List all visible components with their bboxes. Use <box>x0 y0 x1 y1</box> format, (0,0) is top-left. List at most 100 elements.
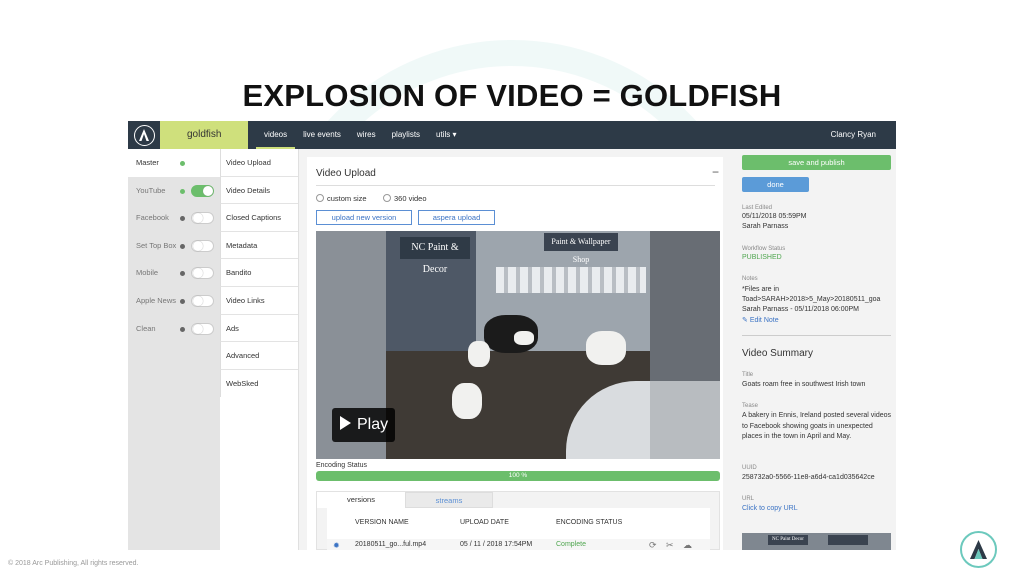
video-summary-heading: Video Summary <box>742 348 813 359</box>
column-header: ENCODING STATUS <box>556 519 623 526</box>
platform-sidebar: Master YouTube Facebook Set Top Box Mobi… <box>128 149 220 550</box>
notes-label: Notes <box>742 276 758 282</box>
video-upload-panel: Video Upload − custom size 360 video upl… <box>307 157 723 550</box>
subnav-ads[interactable]: Ads <box>220 314 298 343</box>
goat-figure <box>586 331 626 365</box>
sidebar-item-label: Facebook <box>136 213 169 223</box>
aspera-upload-button[interactable]: aspera upload <box>418 210 495 225</box>
site-name-tab[interactable]: goldfish <box>160 121 248 149</box>
custom-size-checkbox[interactable]: custom size <box>316 194 367 203</box>
subnav-video-links[interactable]: Video Links <box>220 286 298 315</box>
thumbnail-sign: NC Paint Decor <box>768 535 808 545</box>
tab-versions[interactable]: versions <box>317 492 405 508</box>
copyright-footer: © 2018 Arc Publishing, All rights reserv… <box>8 560 139 567</box>
edit-icon: ✎ <box>742 317 750 324</box>
sidebar-item-facebook[interactable]: Facebook <box>128 204 220 232</box>
status-dot <box>180 271 185 277</box>
last-edited-label: Last Edited <box>742 205 773 211</box>
sidebar-item-mobile[interactable]: Mobile <box>128 259 220 287</box>
video-thumbnail[interactable]: NC Paint Decor <box>742 533 891 550</box>
workflow-status-value: PUBLISHED <box>742 254 782 261</box>
last-edited-user: Sarah Parnass <box>742 223 789 230</box>
subnav-video-details[interactable]: Video Details <box>220 176 298 205</box>
apple-news-toggle[interactable] <box>191 294 214 307</box>
tease-label: Tease <box>742 403 759 409</box>
status-dot <box>180 298 185 304</box>
status-dot <box>180 326 185 332</box>
nav-playlists[interactable]: playlists <box>384 121 428 149</box>
upload-date: 05 / 11 / 2018 17:54PM <box>460 541 533 548</box>
workflow-status-label: Workflow Status <box>742 246 786 252</box>
publish-sidebar: save and publish done Last Edited 05/11/… <box>731 149 896 550</box>
360-video-checkbox[interactable]: 360 video <box>383 194 427 203</box>
table-row[interactable]: ✹ 20180511_go...ful.mp4 05 / 11 / 2018 1… <box>327 539 710 550</box>
title-label: Title <box>742 372 754 378</box>
sidebar-item-youtube[interactable]: YouTube <box>128 177 220 205</box>
notes-line: Sarah Parnass - 05/11/2018 06:00PM <box>742 306 860 313</box>
sidebar-item-label: Clean <box>136 323 156 333</box>
toggle-knob <box>193 213 203 224</box>
nav-live-events[interactable]: live events <box>295 121 349 149</box>
status-dot <box>180 216 185 222</box>
app-window: goldfish videos live events wires playli… <box>128 121 896 550</box>
tease-value: A bakery in Ennis, Ireland posted severa… <box>742 412 892 440</box>
clean-toggle[interactable] <box>191 322 214 335</box>
sidebar-item-label: Apple News <box>136 295 177 305</box>
sidebar-item-master[interactable]: Master <box>128 149 220 177</box>
panel-title: Video Upload <box>316 168 376 179</box>
subnav-advanced[interactable]: Advanced <box>220 342 298 370</box>
user-menu[interactable]: Clancy Ryan <box>831 121 876 148</box>
video-shop-sign: NC Paint & Decor <box>400 237 470 275</box>
save-and-publish-button[interactable]: save and publish <box>742 155 891 170</box>
arc-logo-icon[interactable] <box>134 125 155 146</box>
youtube-toggle[interactable] <box>191 184 214 197</box>
mobile-toggle[interactable] <box>191 267 214 280</box>
notes-line: *Files are in <box>742 286 779 293</box>
goat-figure <box>452 383 482 419</box>
upload-new-version-button[interactable]: upload new version <box>316 210 412 225</box>
sidebar-item-label: YouTube <box>136 185 166 195</box>
play-button[interactable]: Play <box>332 408 395 442</box>
toggle-knob <box>193 268 203 279</box>
title-value: Goats roam free in southwest Irish town <box>742 381 866 388</box>
status-dot <box>180 188 185 194</box>
sidebar-item-set-top-box[interactable]: Set Top Box <box>128 232 220 260</box>
checkbox-circle <box>383 194 391 202</box>
video-player[interactable]: NC Paint & Decor Paint & Wallpaper Shop … <box>316 231 720 459</box>
subnav-video-upload[interactable]: Video Upload <box>220 149 298 177</box>
slide: EXPLOSION OF VIDEO = GOLDFISH goldfish v… <box>0 0 1024 576</box>
subnav-metadata[interactable]: Metadata <box>220 231 298 260</box>
slide-title: EXPLOSION OF VIDEO = GOLDFISH <box>242 78 782 113</box>
set-top-box-toggle[interactable] <box>191 239 214 252</box>
uuid-value: 258732a0-5566-11e8-a6d4-ca1d035642ce <box>742 474 875 481</box>
toggle-knob <box>193 240 203 251</box>
custom-size-label: custom size <box>327 194 367 203</box>
nav-videos[interactable]: videos <box>256 121 296 149</box>
scissors-icon[interactable]: ✂ <box>666 540 674 550</box>
main-nav: videos live events wires playlists utils… <box>256 121 465 149</box>
video-awning <box>496 267 646 293</box>
encoding-status: Complete <box>556 541 586 548</box>
nav-wires[interactable]: wires <box>349 121 384 149</box>
arc-corner-logo-icon <box>960 531 997 568</box>
subnav-bandito[interactable]: Bandito <box>220 259 298 287</box>
tab-streams[interactable]: streams <box>405 492 493 508</box>
subnav-closed-captions[interactable]: Closed Captions <box>220 204 298 232</box>
facebook-toggle[interactable] <box>191 212 214 225</box>
sidebar-item-clean[interactable]: Clean <box>128 315 220 343</box>
done-button[interactable]: done <box>742 177 809 192</box>
edit-note-link[interactable]: ✎ Edit Note <box>742 316 892 327</box>
checkbox-circle <box>316 194 324 202</box>
sidebar-item-apple-news[interactable]: Apple News <box>128 287 220 315</box>
toggle-knob <box>193 323 203 334</box>
video-blur-right <box>650 231 720 459</box>
toggle-knob <box>203 185 213 196</box>
collapse-icon[interactable]: − <box>712 165 719 179</box>
subnav-websked[interactable]: WebSked <box>220 369 298 398</box>
url-label: URL <box>742 496 755 502</box>
copy-url-link[interactable]: Click to copy URL <box>742 504 892 515</box>
sidebar-item-label: Master <box>136 158 159 167</box>
cloud-download-icon[interactable]: ☁ <box>683 540 692 550</box>
nav-utils-dropdown[interactable]: utils ▾ <box>428 121 464 149</box>
refresh-icon[interactable]: ⟳ <box>649 540 657 550</box>
